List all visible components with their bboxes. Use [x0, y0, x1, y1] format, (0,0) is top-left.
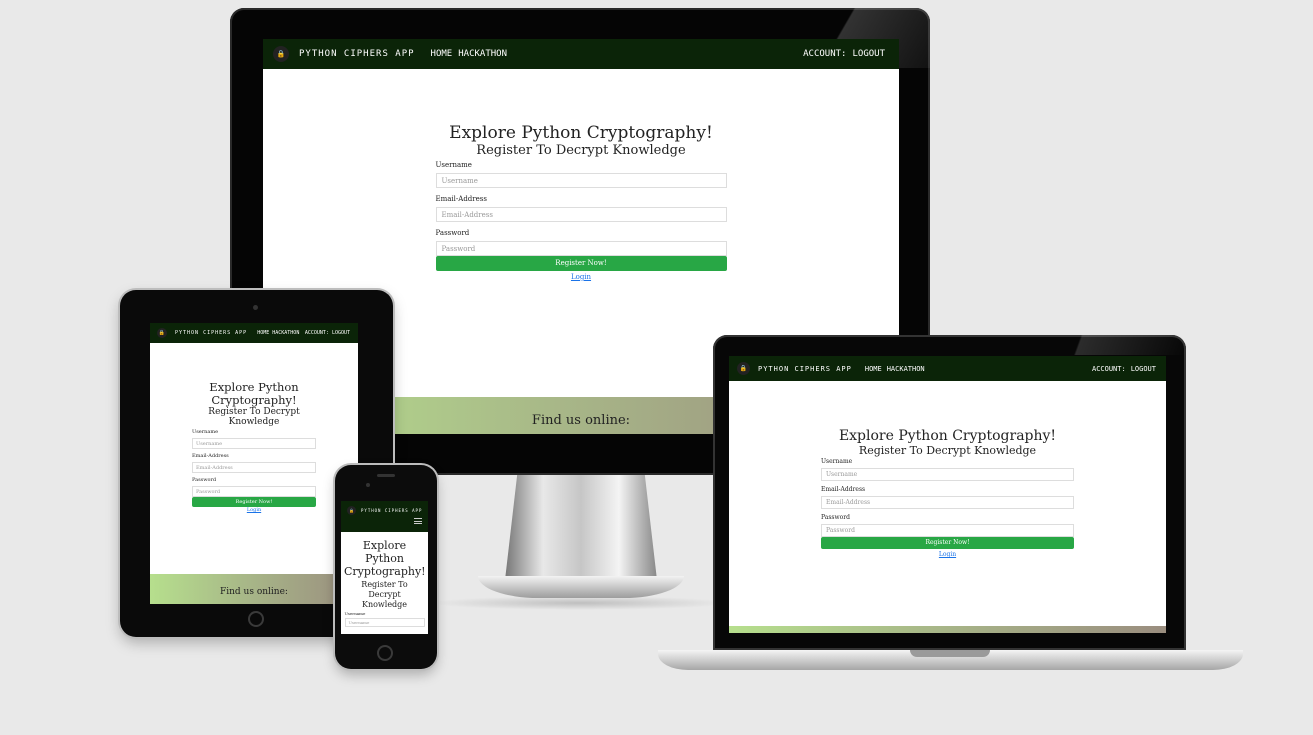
page-subtitle: Register To Decrypt Knowledge — [476, 143, 686, 158]
footer — [729, 626, 1166, 633]
username-label: Username — [344, 611, 366, 616]
nav-account-link[interactable]: ACCOUNT: — [1092, 365, 1126, 373]
nav-links: HOME HACKATHON — [865, 365, 925, 373]
footer-text: Find us online: — [220, 587, 288, 597]
email-input[interactable]: Email-Address — [192, 462, 316, 473]
register-form: Username Username Email-Address Email-Ad… — [192, 429, 316, 513]
hamburger-menu-icon[interactable] — [414, 518, 422, 524]
nav-logout-link[interactable]: LOGOUT — [852, 49, 885, 59]
username-input[interactable]: Username — [192, 438, 316, 449]
page-title: Explore Python Cryptography! — [209, 380, 299, 407]
nav-logout-link[interactable]: LOGOUT — [332, 330, 350, 336]
password-input[interactable]: Password — [435, 241, 727, 256]
page-title: Explore Python Cryptography! — [344, 539, 426, 578]
nav-account: ACCOUNT: LOGOUT — [803, 49, 885, 59]
login-link[interactable]: Login — [192, 507, 316, 513]
nav-hackathon-link[interactable]: HACKATHON — [272, 330, 299, 336]
register-form: Username Username Email-Address Email-Ad… — [435, 161, 727, 281]
navbar: 🔒 PYTHON CIPHERS APP HOME HACKATHON ACCO… — [729, 356, 1166, 381]
phone-home-button — [377, 645, 393, 661]
username-label: Username — [192, 429, 219, 435]
password-label: Password — [192, 477, 217, 483]
register-button[interactable]: Register Now! — [821, 537, 1074, 549]
email-label: Email-Address — [435, 195, 487, 203]
register-form: Username Username — [344, 611, 425, 627]
register-section: Explore Python Cryptography! Register To… — [150, 381, 358, 513]
username-input[interactable]: Username — [435, 173, 727, 188]
page-title: Explore Python Cryptography! — [838, 428, 1057, 444]
nav-account: ACCOUNT: LOGOUT — [1092, 365, 1156, 373]
email-input[interactable]: Email-Address — [821, 496, 1074, 509]
nav-account-link[interactable]: ACCOUNT: — [305, 330, 329, 336]
monitor-stand-base — [478, 576, 684, 598]
footer: Find us online: — [150, 574, 358, 604]
monitor-shadow — [430, 596, 730, 610]
register-section: Explore Python Cryptography! Register To… — [263, 123, 899, 281]
nav-links: HOME HACKATHON — [257, 330, 299, 336]
navbar: 🔒 PYTHON CIPHERS APP HOME HACKATHON ACCO… — [263, 39, 899, 69]
email-input[interactable]: Email-Address — [435, 207, 727, 222]
password-input[interactable]: Password — [821, 524, 1074, 537]
page-subtitle: Register To Decrypt Knowledge — [361, 580, 408, 609]
tablet-camera — [253, 305, 258, 310]
login-link[interactable]: Login — [436, 273, 727, 281]
monitor-stand — [505, 475, 657, 580]
phone-camera — [366, 483, 370, 487]
register-section: Explore Python Cryptography! Register To… — [729, 428, 1166, 558]
login-link[interactable]: Login — [821, 551, 1074, 558]
register-button[interactable]: Register Now! — [435, 256, 727, 271]
brand-name[interactable]: PYTHON CIPHERS APP — [361, 508, 422, 513]
brand-name[interactable]: PYTHON CIPHERS APP — [175, 330, 247, 336]
nav-account: ACCOUNT: LOGOUT — [305, 330, 350, 336]
page-subtitle: Register To Decrypt Knowledge — [858, 444, 1037, 457]
password-label: Password — [821, 514, 850, 521]
password-input[interactable]: Password — [192, 486, 316, 497]
email-label: Email-Address — [192, 453, 229, 459]
username-label: Username — [435, 161, 472, 169]
tablet-screen: 🔒 PYTHON CIPHERS APP HOME HACKATHON ACCO… — [150, 323, 358, 604]
nav-home-link[interactable]: HOME — [865, 365, 882, 373]
nav-home-link[interactable]: HOME — [431, 49, 453, 59]
username-label: Username — [821, 458, 853, 465]
brand-name[interactable]: PYTHON CIPHERS APP — [299, 49, 415, 59]
lock-logo-icon[interactable]: 🔒 — [157, 328, 167, 338]
nav-hackathon-link[interactable]: HACKATHON — [887, 365, 925, 373]
page-subtitle: Register To Decrypt Knowledge — [208, 407, 300, 427]
username-input[interactable]: Username — [344, 618, 425, 627]
email-label: Email-Address — [821, 486, 866, 493]
register-button[interactable]: Register Now! — [192, 497, 316, 507]
nav-account-link[interactable]: ACCOUNT: — [803, 49, 846, 59]
nav-hackathon-link[interactable]: HACKATHON — [458, 49, 507, 59]
phone-speaker — [377, 474, 395, 477]
nav-home-link[interactable]: HOME — [257, 330, 269, 336]
lock-logo-icon[interactable]: 🔒 — [273, 46, 289, 62]
register-form: Username Username Email-Address Email-Ad… — [821, 458, 1074, 558]
brand-name[interactable]: PYTHON CIPHERS APP — [758, 365, 852, 373]
laptop-screen: 🔒 PYTHON CIPHERS APP HOME HACKATHON ACCO… — [729, 356, 1166, 633]
tablet-home-button — [248, 611, 264, 627]
lock-logo-icon[interactable]: 🔒 — [347, 506, 356, 515]
page-title: Explore Python Cryptography! — [449, 123, 713, 143]
nav-logout-link[interactable]: LOGOUT — [1131, 365, 1156, 373]
nav-links: HOME HACKATHON — [431, 49, 507, 59]
phone-screen: 🔒 PYTHON CIPHERS APP Explore Python Cryp… — [341, 501, 428, 634]
laptop-glare — [1006, 335, 1186, 355]
username-input[interactable]: Username — [821, 468, 1074, 481]
navbar: 🔒 PYTHON CIPHERS APP HOME HACKATHON ACCO… — [150, 323, 358, 343]
password-label: Password — [435, 229, 470, 237]
laptop-notch — [910, 650, 990, 657]
register-section: Explore Python Cryptography! Register To… — [341, 539, 428, 627]
footer-text: Find us online: — [531, 413, 631, 428]
lock-logo-icon[interactable]: 🔒 — [737, 362, 750, 375]
navbar: 🔒 PYTHON CIPHERS APP — [341, 501, 428, 532]
